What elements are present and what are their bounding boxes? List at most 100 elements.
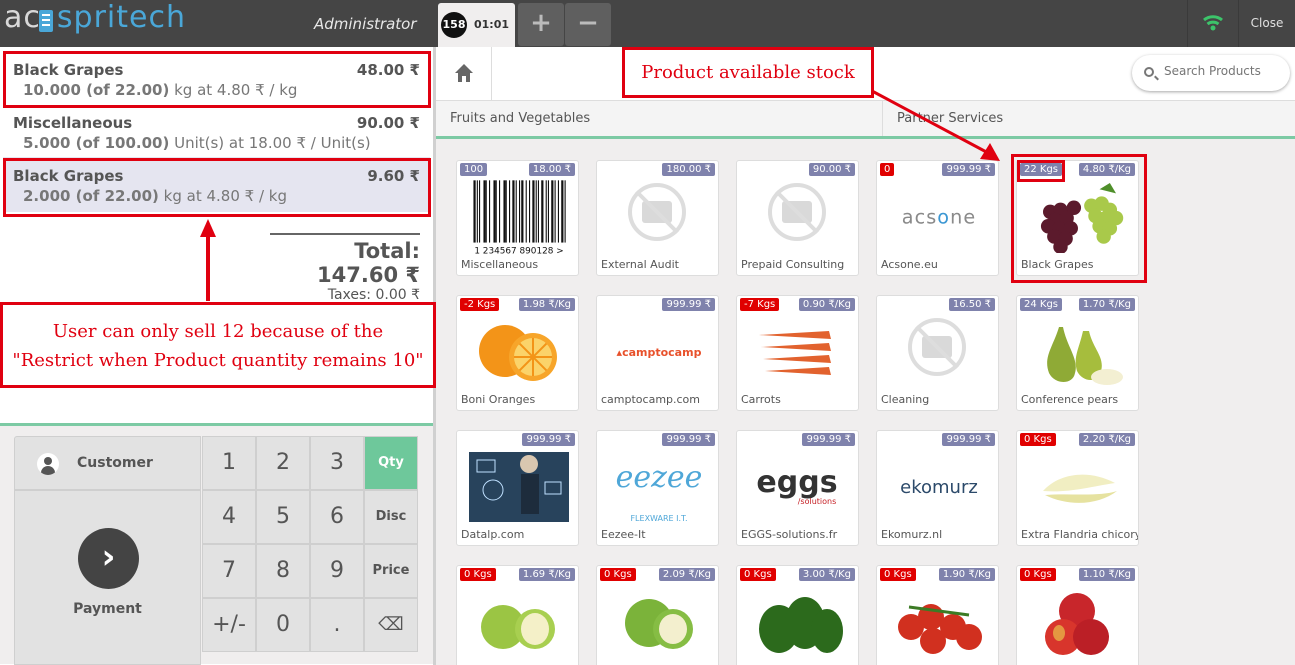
price-badge: 16.50 ₹ xyxy=(948,298,995,311)
product-card[interactable]: 0 Kgs 2.20 ₹/Kg Extra Flandria chicory xyxy=(1016,430,1139,546)
price-badge: 90.00 ₹ xyxy=(808,163,855,176)
svg-text:/solutions: /solutions xyxy=(797,497,836,506)
price-badge: 999.99 ₹ xyxy=(662,298,715,311)
product-name: Extra Flandria chicory xyxy=(1021,528,1139,541)
numpad-key-2[interactable]: 2 xyxy=(256,436,310,490)
orderline-info: 5.000 (of 100.00) Unit(s) at 18.00 ₹ / U… xyxy=(23,134,420,152)
restriction-note-box: User can only sell 12 because of the con… xyxy=(0,302,436,388)
product-card[interactable]: 0 Kgs 1.90 ₹/Kg xyxy=(876,565,999,665)
no-image-icon xyxy=(628,183,686,241)
restriction-note-line2: "Restrict when Product quantity remains … xyxy=(3,347,433,375)
product-card[interactable]: ekomurz 999.99 ₹ Ekomurz.nl xyxy=(876,430,999,546)
person-icon xyxy=(37,453,59,475)
product-card[interactable]: 1 234567 890128 > 100 18.00 ₹ Miscellaneous xyxy=(456,160,579,276)
price-badge: 999.99 ₹ xyxy=(942,433,995,446)
remove-order-button[interactable]: − xyxy=(565,3,611,46)
price-badge: 1.10 ₹/Kg xyxy=(1078,568,1135,581)
stock-note-box: Product available stock xyxy=(622,47,874,98)
product-card[interactable]: 180.00 ₹ External Audit xyxy=(596,160,719,276)
category-fruits-vegetables[interactable]: Fruits and Vegetables xyxy=(436,101,883,136)
product-name: EGGS-solutions.fr xyxy=(741,528,838,541)
product-card[interactable]: 0 Kgs 2.09 ₹/Kg xyxy=(596,565,719,665)
price-badge: 999.99 ₹ xyxy=(662,433,715,446)
payment-label: Payment xyxy=(73,601,142,617)
price-badge: 999.99 ₹ xyxy=(522,433,575,446)
backspace-icon[interactable]: ⌫ xyxy=(364,598,418,652)
products-panel: Fruits and Vegetables Partner Services 1… xyxy=(436,47,1295,665)
price-badge: 180.00 ₹ xyxy=(662,163,715,176)
product-card[interactable]: 16.50 ₹ Cleaning xyxy=(876,295,999,411)
numpad-key-5[interactable]: 5 xyxy=(256,490,310,544)
product-card[interactable]: 0 Kgs 1.10 ₹/Kg xyxy=(1016,565,1139,665)
close-button[interactable]: Close xyxy=(1238,0,1295,47)
price-badge: 999.99 ₹ xyxy=(802,433,855,446)
orderline[interactable]: Miscellaneous 90.00 ₹ 5.000 (of 100.00) … xyxy=(3,104,430,159)
product-image xyxy=(457,310,578,394)
numpad-key-sign[interactable]: +/- xyxy=(202,598,256,652)
price-badge: 0.90 ₹/Kg xyxy=(798,298,855,311)
product-image xyxy=(457,580,578,664)
control-pad: Customer › Payment 1 2 3 Qty 4 5 6 Disc … xyxy=(0,423,433,665)
product-card[interactable]: 24 Kgs 1.70 ₹/Kg Conference pears xyxy=(1016,295,1139,411)
payment-button[interactable]: › Payment xyxy=(14,490,201,665)
order-tab[interactable]: 158 01:01 xyxy=(438,3,515,47)
svg-text:eggs: eggs xyxy=(756,465,837,500)
wifi-icon xyxy=(1203,15,1223,31)
product-image xyxy=(1017,310,1138,394)
product-name: Cleaning xyxy=(881,393,930,406)
customer-button[interactable]: Customer xyxy=(14,436,201,490)
product-card[interactable]: 0 Kgs 1.69 ₹/Kg xyxy=(456,565,579,665)
svg-text:acsone: acsone xyxy=(901,205,975,228)
product-name: Acsone.eu xyxy=(881,258,938,271)
numpad-key-9[interactable]: 9 xyxy=(310,544,364,598)
annotation-highlight-line3 xyxy=(3,158,431,217)
add-order-button[interactable]: + xyxy=(518,3,564,46)
orderline-qty: 5.000 (of 100.00) xyxy=(23,134,170,152)
product-image xyxy=(877,580,998,664)
product-name: Miscellaneous xyxy=(461,258,539,271)
product-card[interactable]: eggs/solutions 999.99 ₹ EGGS-solutions.fr xyxy=(736,430,859,546)
home-icon xyxy=(455,64,473,82)
mode-disc-button[interactable]: Disc xyxy=(364,490,418,544)
stock-badge: 100 xyxy=(460,163,488,176)
product-image: 1 234567 890128 > xyxy=(457,175,578,259)
product-card[interactable]: 90.00 ₹ Prepaid Consulting xyxy=(736,160,859,276)
product-card[interactable]: eezee FLEXWARE I.T. 999.99 ₹ Eezee-It xyxy=(596,430,719,546)
numpad-key-6[interactable]: 6 xyxy=(310,490,364,544)
no-image-icon xyxy=(768,183,826,241)
product-card[interactable]: 999.99 ₹ Datalp.com xyxy=(456,430,579,546)
product-image: eggs/solutions xyxy=(737,445,858,529)
mode-price-button[interactable]: Price xyxy=(364,544,418,598)
product-card[interactable]: acsone 0 999.99 ₹ Acsone.eu xyxy=(876,160,999,276)
product-card[interactable]: ▴camptocamp 999.99 ₹ camptocamp.com xyxy=(596,295,719,411)
search-input[interactable] xyxy=(1164,64,1282,78)
annotation-highlight-line1 xyxy=(3,51,431,108)
order-number-badge: 158 xyxy=(441,12,467,38)
product-grid: 1 234567 890128 > 100 18.00 ₹ Miscellaneous… xyxy=(436,142,1295,665)
no-image-icon xyxy=(908,318,966,376)
orderline-price: 90.00 ₹ xyxy=(356,114,420,132)
customer-label: Customer xyxy=(77,455,153,471)
product-image xyxy=(737,580,858,664)
cashier-name[interactable]: Administrator xyxy=(314,15,417,33)
numpad-key-7[interactable]: 7 xyxy=(202,544,256,598)
numpad: 1 2 3 Qty 4 5 6 Disc 7 8 9 Price +/- 0 .… xyxy=(202,436,419,652)
svg-text:FLEXWARE I.T.: FLEXWARE I.T. xyxy=(630,514,687,523)
numpad-key-dot[interactable]: . xyxy=(310,598,364,652)
product-card[interactable]: -2 Kgs 1.98 ₹/Kg Boni Oranges xyxy=(456,295,579,411)
numpad-key-8[interactable]: 8 xyxy=(256,544,310,598)
search-icon xyxy=(1144,67,1154,77)
logo-text-b: spritech xyxy=(56,0,186,35)
home-button[interactable] xyxy=(436,47,492,101)
numpad-key-3[interactable]: 3 xyxy=(310,436,364,490)
mode-qty-button[interactable]: Qty xyxy=(364,436,418,490)
numpad-key-4[interactable]: 4 xyxy=(202,490,256,544)
product-card[interactable]: 0 Kgs 3.00 ₹/Kg xyxy=(736,565,859,665)
numpad-key-1[interactable]: 1 xyxy=(202,436,256,490)
search-box[interactable] xyxy=(1132,55,1290,91)
product-card[interactable]: -7 Kgs 0.90 ₹/Kg Carrots xyxy=(736,295,859,411)
stock-badge: 24 Kgs xyxy=(1020,298,1063,311)
order-total: Total: 147.60 ₹ xyxy=(317,239,420,287)
price-badge: 2.09 ₹/Kg xyxy=(658,568,715,581)
numpad-key-0[interactable]: 0 xyxy=(256,598,310,652)
